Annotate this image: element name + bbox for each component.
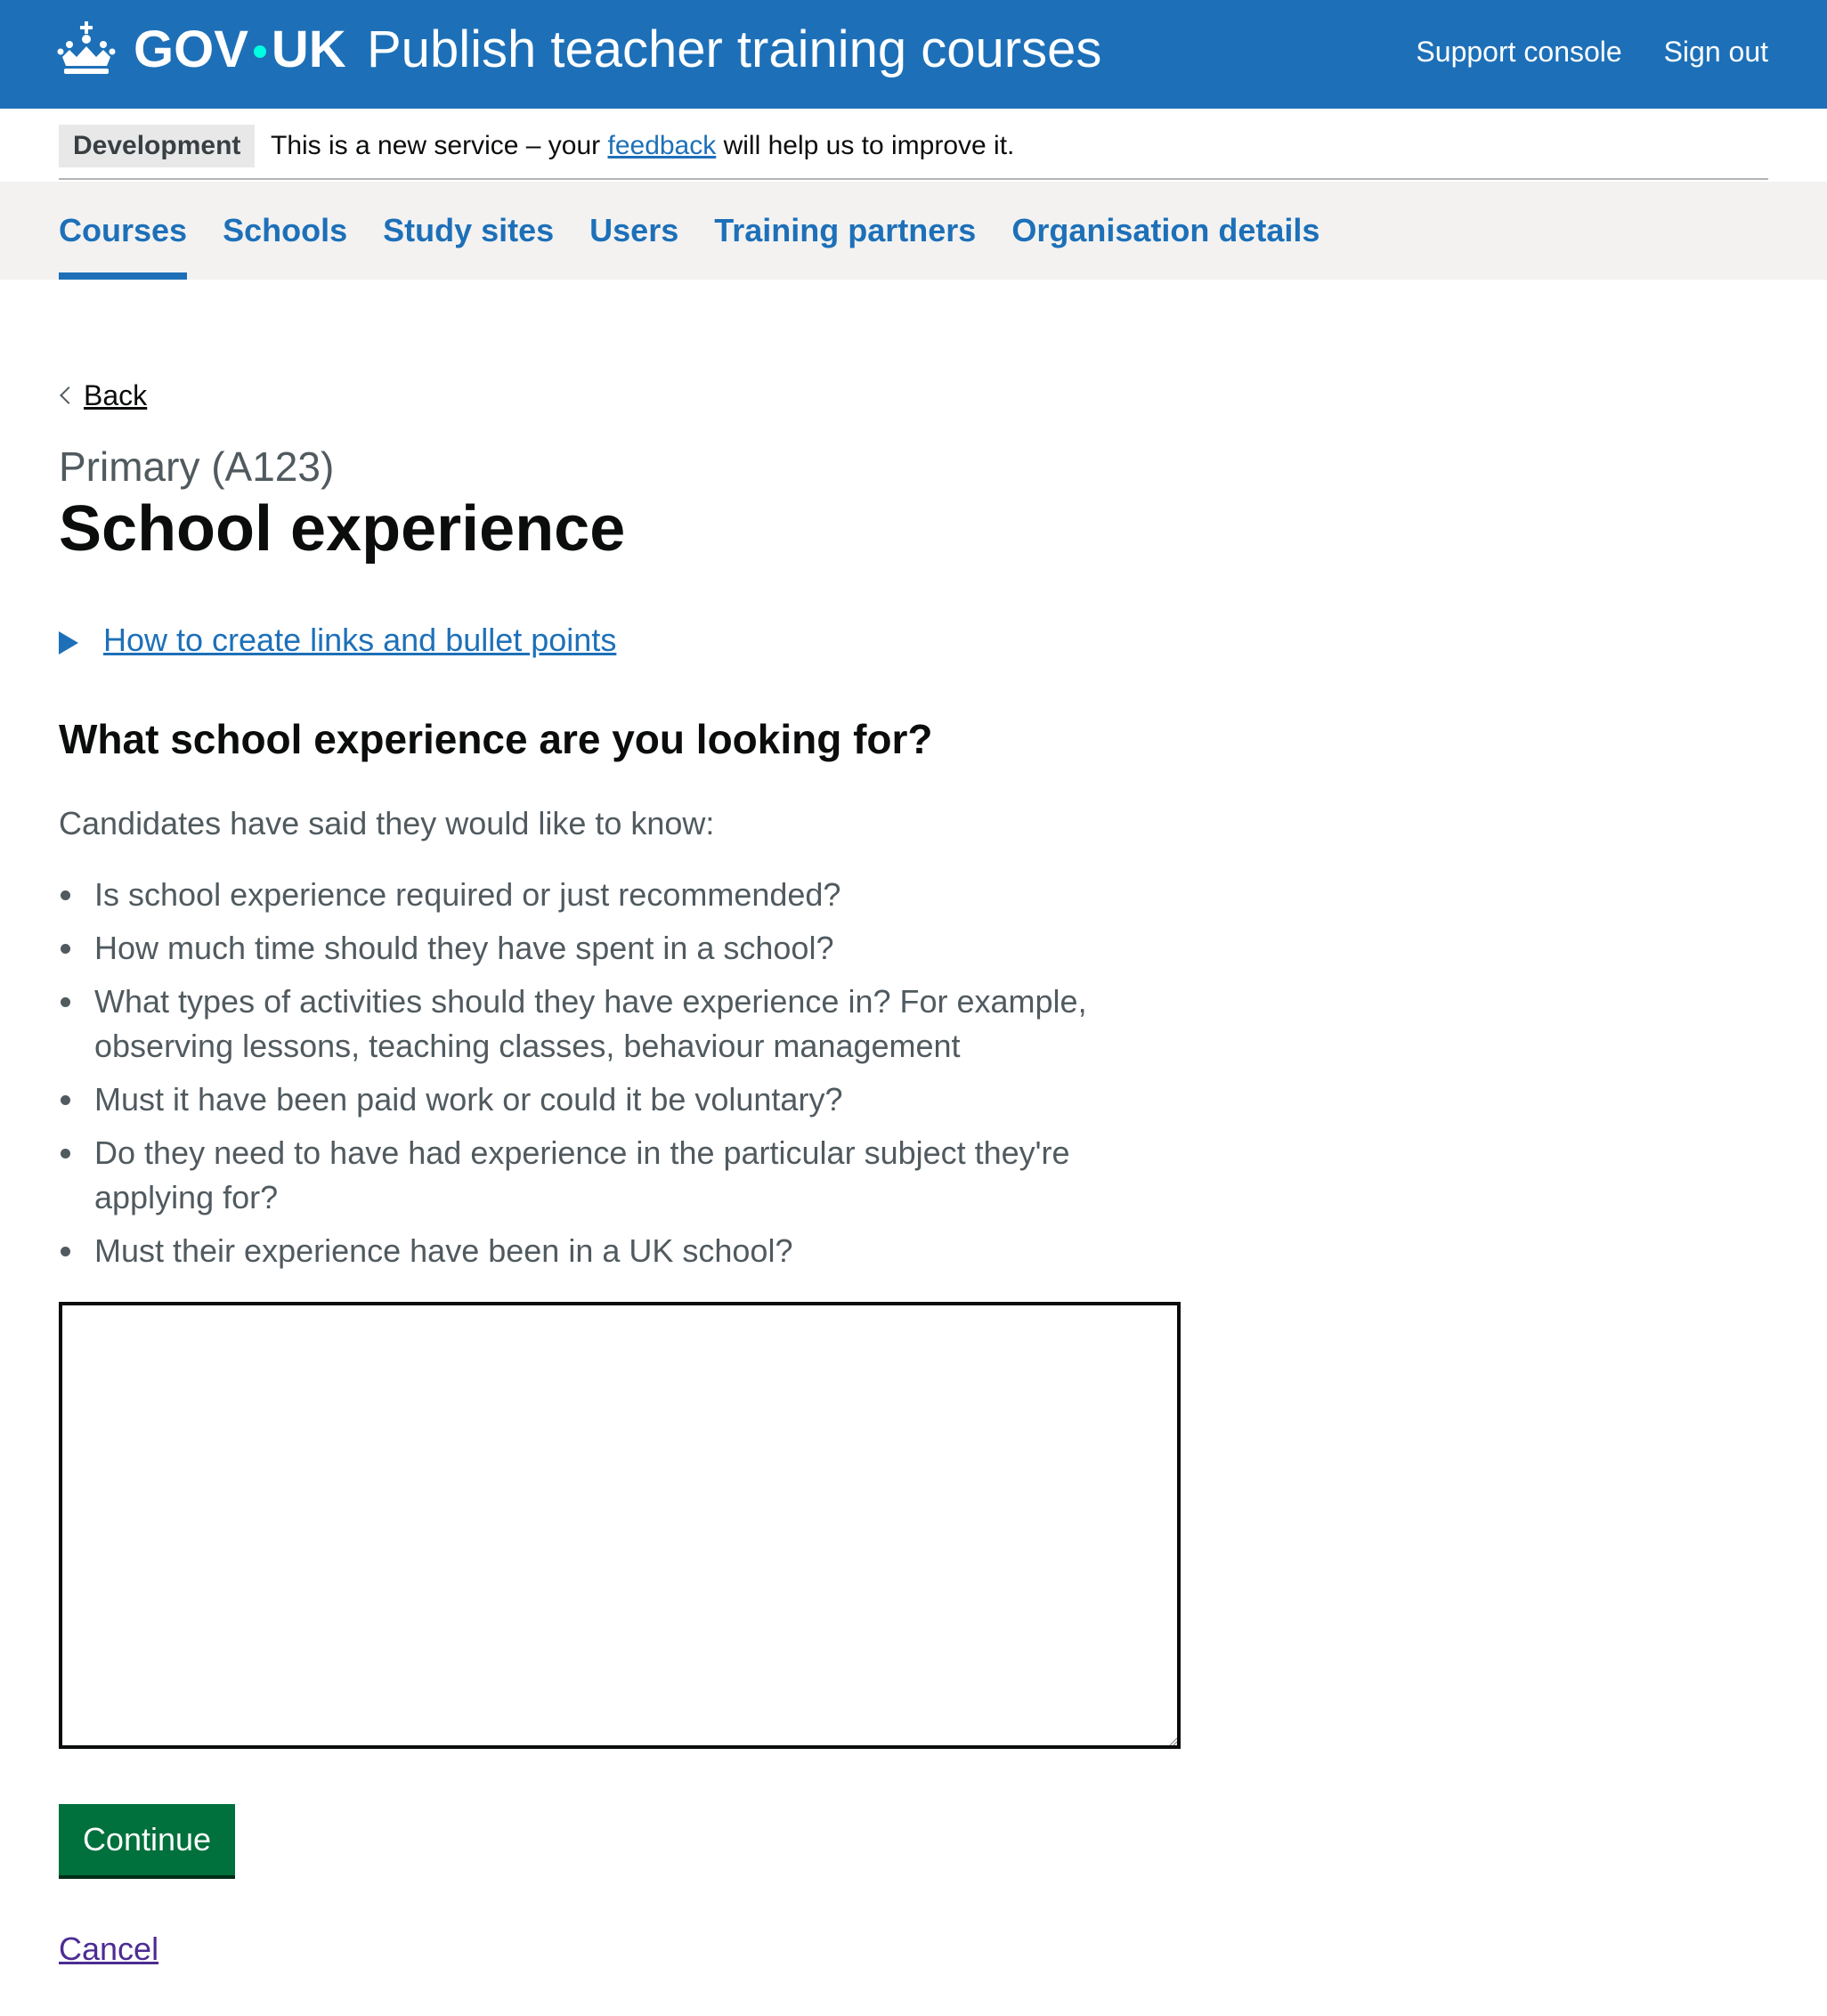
hint-list-item: Is school experience required or just re…	[59, 873, 1181, 917]
nav-link-courses[interactable]: Courses	[59, 182, 187, 280]
nav-item-schools: Schools	[223, 182, 347, 280]
page-title: School experience	[59, 493, 626, 565]
nav-link-users[interactable]: Users	[589, 182, 678, 280]
phase-banner: Development This is a new service – your…	[59, 109, 1768, 180]
hint-list: Is school experience required or just re…	[59, 873, 1181, 1282]
hint-list-item: Must their experience have been in a UK …	[59, 1229, 1181, 1273]
phase-tag: Development	[59, 125, 256, 167]
nav-item-courses: Courses	[59, 182, 188, 280]
nav-link-organisation-details[interactable]: Organisation details	[1011, 182, 1320, 280]
details-summary[interactable]: How to create links and bullet points	[103, 622, 616, 658]
back-link-label: Back	[84, 379, 148, 411]
continue-button[interactable]: Continue	[59, 1804, 235, 1875]
nav-item-study-sites: Study sites	[383, 182, 554, 280]
nav-item-organisation-details: Organisation details	[1011, 182, 1320, 280]
page-caption: Primary (A123)	[59, 443, 335, 490]
phase-text-before: This is a new service – your	[271, 131, 608, 160]
hint-list-item: Must it have been paid work or could it …	[59, 1077, 1181, 1122]
school-experience-textarea[interactable]	[59, 1302, 1181, 1749]
hint-list-item: Do they need to have had experience in t…	[59, 1131, 1181, 1220]
cancel-link[interactable]: Cancel	[59, 1927, 158, 1971]
sign-out-link[interactable]: Sign out	[1664, 36, 1768, 68]
logo-uk-text: UK	[271, 20, 346, 78]
govuk-header: GOV UK Publish teacher training courses S…	[0, 0, 1827, 109]
logo-dot-icon	[253, 45, 266, 58]
details-toggle[interactable]: How to create links and bullet points	[59, 618, 616, 663]
crown-icon	[57, 21, 116, 74]
phase-text-after: will help us to improve it.	[716, 131, 1015, 160]
hint-list-item: What types of activities should they hav…	[59, 980, 1181, 1069]
phase-banner-text: This is a new service – your feedback wi…	[271, 125, 1014, 167]
govuk-logo[interactable]: GOV UK	[134, 21, 346, 78]
feedback-link[interactable]: feedback	[607, 131, 716, 160]
resize-handle-icon[interactable]	[1168, 1736, 1177, 1745]
service-name[interactable]: Publish teacher training courses	[367, 21, 1101, 78]
nav-link-training-partners[interactable]: Training partners	[714, 182, 976, 280]
nav-link-study-sites[interactable]: Study sites	[383, 182, 554, 280]
question-heading: What school experience are you looking f…	[59, 716, 933, 762]
hint-list-item: How much time should they have spent in …	[59, 926, 1181, 971]
triangle-right-icon	[59, 631, 78, 654]
primary-navigation: Courses Schools Study sites Users Traini…	[0, 182, 1827, 280]
nav-link-schools[interactable]: Schools	[223, 182, 347, 280]
hint-lead: Candidates have said they would like to …	[59, 805, 715, 841]
nav-item-training-partners: Training partners	[714, 182, 976, 280]
support-console-link[interactable]: Support console	[1416, 36, 1621, 68]
nav-item-users: Users	[589, 182, 678, 280]
header-navigation: Support console Sign out	[1382, 34, 1768, 69]
chevron-left-icon	[60, 386, 77, 404]
back-link[interactable]: Back	[59, 376, 147, 415]
logo-gov-text: GOV	[134, 20, 248, 78]
